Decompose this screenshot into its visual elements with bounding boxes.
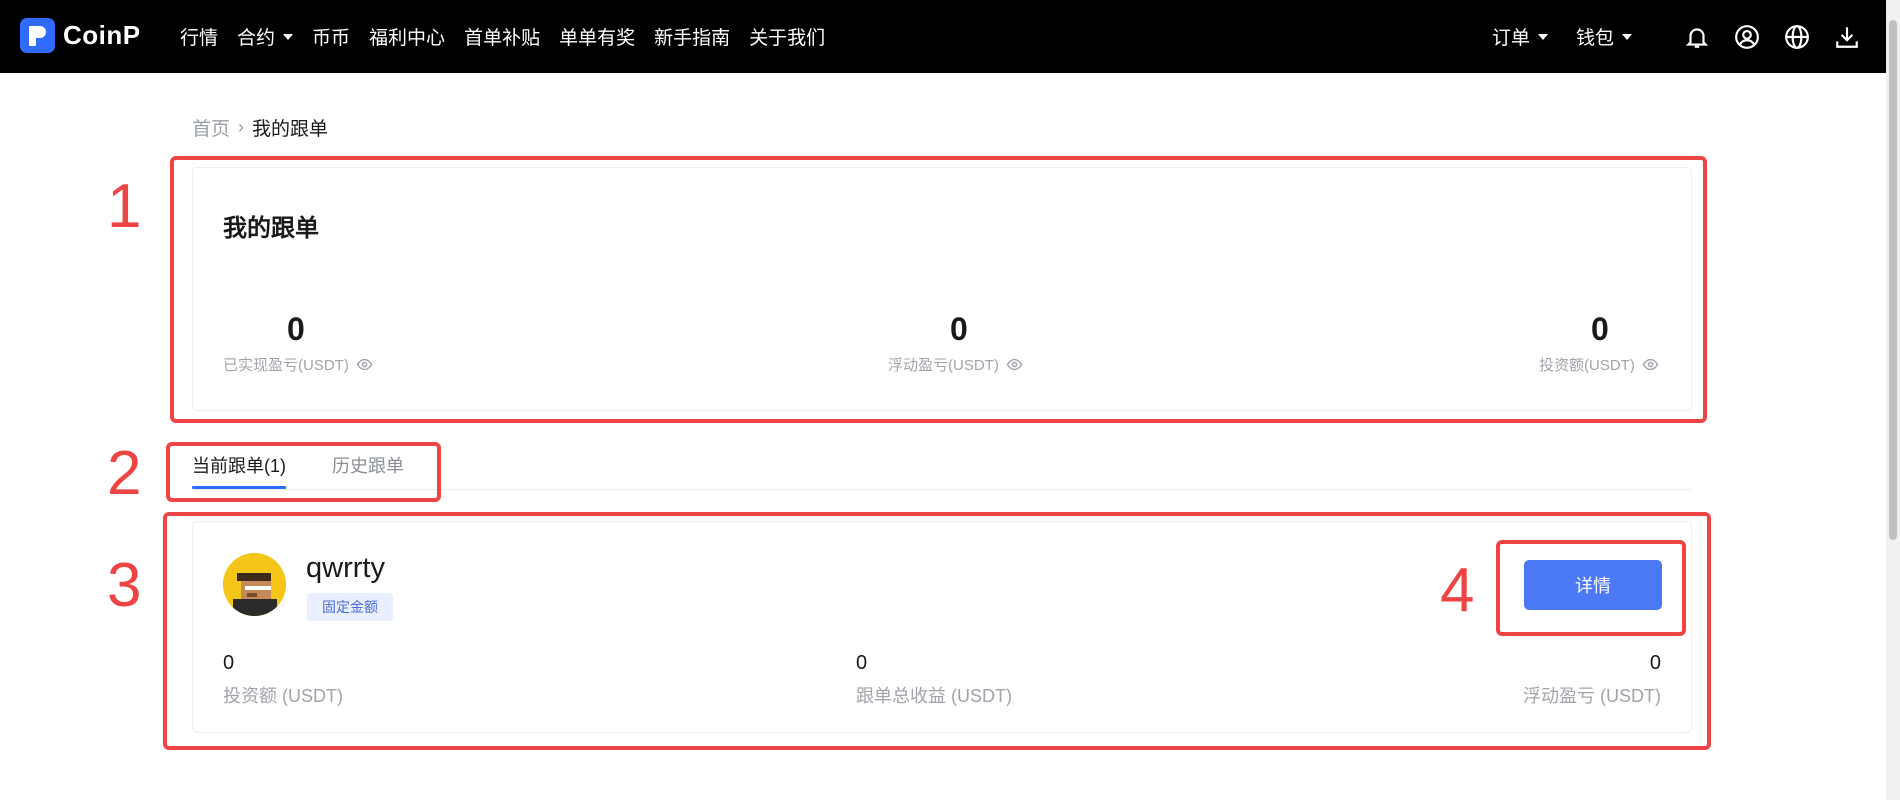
nav-spot[interactable]: 币币 <box>312 23 350 50</box>
top-nav: CoinP 行情 合约 币币 福利中心 首单补贴 单单有奖 新手指南 关于我们 … <box>0 0 1900 73</box>
chevron-right-icon: › <box>238 117 245 137</box>
bell-icon[interactable] <box>1684 24 1710 50</box>
logo-text: CoinP <box>63 20 141 50</box>
main-nav: 行情 合约 币币 福利中心 首单补贴 单单有奖 新手指南 关于我们 <box>180 0 844 73</box>
logo-icon <box>20 18 55 53</box>
scrollbar-thumb[interactable] <box>1889 20 1897 540</box>
nav-wallet-label: 钱包 <box>1575 28 1614 49</box>
annotation-number-3: 3 <box>107 551 142 620</box>
nav-orders-label: 订单 <box>1491 28 1530 49</box>
chevron-down-icon <box>283 33 294 40</box>
nav-market[interactable]: 行情 <box>180 23 218 50</box>
nav-rewards-center[interactable]: 福利中心 <box>369 23 445 50</box>
nav-every-order-prize[interactable]: 单单有奖 <box>559 23 635 50</box>
nav-orders[interactable]: 订单 <box>1492 23 1548 50</box>
nav-first-order-bonus[interactable]: 首单补贴 <box>464 23 540 50</box>
breadcrumb: 首页 › 我的跟单 <box>192 114 328 141</box>
annotation-box-3 <box>163 512 1711 750</box>
annotation-box-2 <box>166 442 441 502</box>
annotation-box-1 <box>170 156 1707 423</box>
logo[interactable]: CoinP <box>20 18 141 53</box>
chevron-down-icon <box>1537 33 1548 40</box>
annotation-number-1: 1 <box>107 172 142 241</box>
page-scrollbar[interactable] <box>1886 0 1900 800</box>
nav-wallet[interactable]: 钱包 <box>1576 23 1632 50</box>
nav-beginner-guide[interactable]: 新手指南 <box>654 23 730 50</box>
breadcrumb-home[interactable]: 首页 <box>192 114 230 141</box>
annotation-box-4 <box>1496 540 1686 636</box>
annotation-number-2: 2 <box>107 439 142 508</box>
breadcrumb-current: 我的跟单 <box>252 119 329 140</box>
download-icon[interactable] <box>1834 24 1860 50</box>
user-icon[interactable] <box>1734 24 1760 50</box>
globe-icon[interactable] <box>1784 24 1810 50</box>
annotation-number-4: 4 <box>1440 556 1475 625</box>
nav-contract[interactable]: 合约 <box>237 23 294 50</box>
nav-contract-label: 合约 <box>237 28 276 49</box>
nav-about-us[interactable]: 关于我们 <box>749 23 825 50</box>
nav-right: 订单 钱包 <box>1492 0 1860 73</box>
chevron-down-icon <box>1622 33 1632 40</box>
